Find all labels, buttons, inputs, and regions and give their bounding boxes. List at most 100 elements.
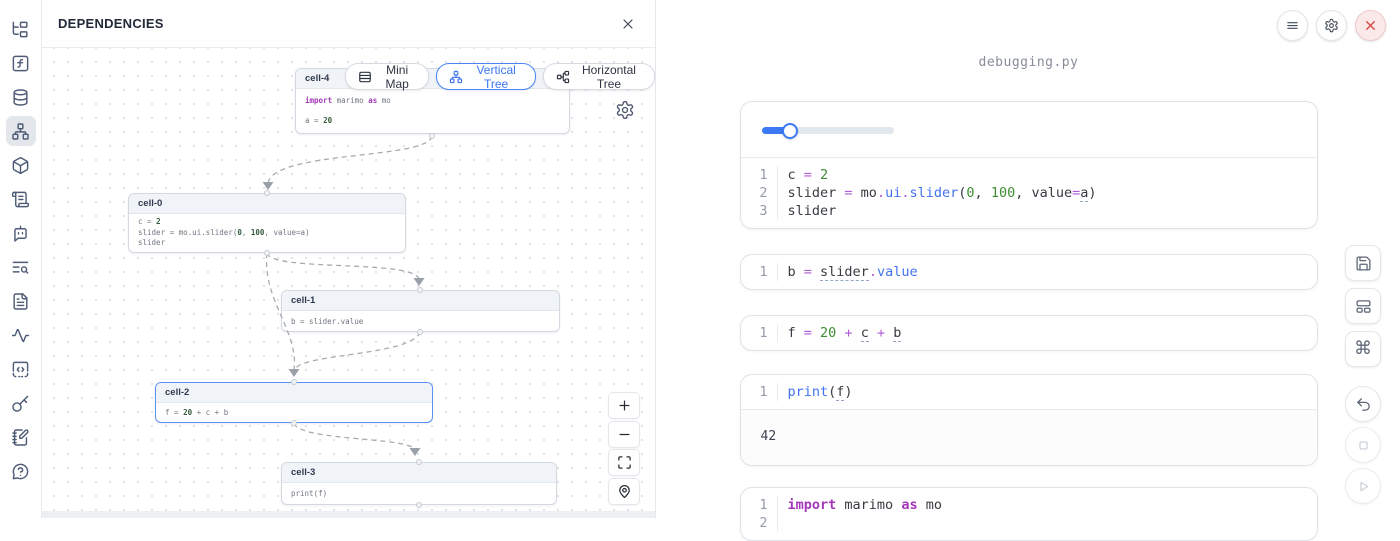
stop-icon (1355, 437, 1372, 454)
file-tree-icon (11, 20, 30, 39)
line-number: 3 (741, 202, 778, 220)
code-line: 2 (741, 514, 1317, 532)
close-x-icon (620, 16, 636, 32)
graph-settings-icon[interactable] (615, 98, 639, 122)
zoom-in-icon (617, 398, 632, 413)
sidebar-item-documentation[interactable] (6, 184, 36, 214)
slider-cell: 1 c = 2 2 slider = mo.ui.slider(0, 100, … (740, 101, 1318, 229)
code-line: 1 print(f) (741, 383, 1317, 401)
menu-icon (1285, 18, 1300, 33)
print-cell: 1 print(f) 42 (740, 374, 1318, 466)
stop-button[interactable] (1345, 427, 1381, 463)
code-text: print(f) (788, 383, 853, 401)
maximize-icon (617, 455, 632, 470)
node-title: cell-3 (282, 463, 556, 483)
sidebar-item-scratchpad[interactable] (6, 422, 36, 452)
chat-icon (11, 224, 30, 243)
layout-button[interactable] (1345, 288, 1381, 324)
sidebar-item-help[interactable] (6, 456, 36, 486)
save-button[interactable] (1345, 245, 1381, 281)
node-title: cell-1 (282, 291, 559, 311)
code-line: 1 c = 2 (741, 166, 1317, 184)
node-title: cell-2 (156, 383, 432, 403)
settings-button[interactable] (1316, 10, 1347, 41)
undo-button[interactable] (1345, 386, 1381, 422)
run-icon (1355, 478, 1372, 495)
dependencies-icon (11, 122, 30, 141)
maximize-button[interactable] (608, 449, 640, 476)
node-code: import marimo as moa = 20 (296, 89, 569, 133)
sidebar-item-snippets[interactable] (6, 354, 36, 384)
shutdown-icon (1363, 18, 1378, 33)
b-cell: 1 b = slider.value (740, 254, 1318, 290)
code-editor[interactable]: 1 c = 2 2 slider = mo.ui.slider(0, 100, … (741, 158, 1317, 228)
sidebar-item-file-tree[interactable] (6, 14, 36, 44)
f-cell: 1 f = 20 + c + b (740, 315, 1318, 351)
code-text: slider (788, 202, 837, 220)
reset-view-button[interactable] (608, 478, 640, 505)
line-number: 1 (741, 496, 778, 514)
horizontal-scrollbar[interactable] (42, 511, 655, 518)
secrets-icon (11, 394, 30, 413)
code-line: 1 f = 20 + c + b (741, 324, 1317, 342)
menu-button[interactable] (1277, 10, 1308, 41)
dependency-graph[interactable]: Mini Map Vertical Tree Horizontal Tree cel… (42, 48, 655, 518)
line-number: 1 (741, 263, 778, 281)
snippets-icon (11, 360, 30, 379)
node-code: f = 20 + c + b (156, 403, 432, 422)
slider-thumb[interactable] (782, 123, 798, 139)
node-code: c = 2slider = mo.ui.slider(0, 100, value… (129, 214, 405, 252)
files-icon (11, 292, 30, 311)
graph-node-cell-0[interactable]: cell-0 c = 2slider = mo.ui.slider(0, 100… (128, 193, 406, 253)
shutdown-button[interactable] (1355, 10, 1386, 41)
code-line: 2 slider = mo.ui.slider(0, 100, value=a) (741, 184, 1317, 202)
dependencies-panel: DEPENDENCIES Mini Map Vertical Tree Horizo… (42, 0, 656, 518)
sidebar-item-datasources[interactable] (6, 82, 36, 112)
view-button-mini-map[interactable]: Mini Map (345, 63, 429, 90)
slider-widget[interactable] (762, 127, 894, 134)
zoom-out-icon (617, 427, 632, 442)
code-text: import marimo as mo (788, 496, 942, 514)
sidebar-item-tracing[interactable] (6, 320, 36, 350)
sidebar-item-packages[interactable] (6, 150, 36, 180)
view-button-label: Vertical Tree (469, 63, 523, 91)
logs-icon (11, 258, 30, 277)
dependencies-panel-header: DEPENDENCIES (42, 0, 655, 48)
tracing-icon (11, 326, 30, 345)
code-editor[interactable]: 1 import marimo as mo 2 (741, 488, 1317, 540)
code-text: b = slider.value (788, 263, 918, 281)
sidebar-item-dependencies[interactable] (6, 116, 36, 146)
sidebar-item-files[interactable] (6, 286, 36, 316)
node-title: cell-0 (129, 194, 405, 214)
cell-output: 42 (741, 410, 1317, 465)
graph-node-cell-1[interactable]: cell-1 b = slider.value (281, 290, 560, 332)
zoom-in-button[interactable] (608, 392, 640, 419)
sidebar-item-chat[interactable] (6, 218, 36, 248)
line-number: 2 (741, 184, 778, 202)
code-editor[interactable]: 1 f = 20 + c + b (741, 316, 1317, 350)
view-button-horizontal-tree[interactable]: Horizontal Tree (543, 63, 655, 90)
zoom-out-button[interactable] (608, 421, 640, 448)
settings-icon (1324, 18, 1339, 33)
line-number: 1 (741, 383, 778, 401)
code-editor[interactable]: 1 print(f) (741, 375, 1317, 409)
graph-node-cell-2[interactable]: cell-2 f = 20 + c + b (155, 382, 433, 423)
help-icon (11, 462, 30, 481)
code-editor[interactable]: 1 b = slider.value (741, 255, 1317, 289)
keyboard-shortcuts-button[interactable]: ⌘ (1345, 331, 1381, 367)
close-icon[interactable] (617, 13, 639, 35)
run-button[interactable] (1345, 468, 1381, 504)
functions-icon (11, 54, 30, 73)
packages-icon (11, 156, 30, 175)
sidebar-item-secrets[interactable] (6, 388, 36, 418)
line-number: 1 (741, 324, 778, 342)
sidebar-item-functions[interactable] (6, 48, 36, 78)
save-icon (1355, 255, 1372, 272)
sidebar-item-logs[interactable] (6, 252, 36, 282)
cell-output-area (741, 102, 1317, 157)
network-icon (449, 70, 463, 84)
view-button-vertical-tree[interactable]: Vertical Tree (436, 63, 536, 90)
graph-node-cell-3[interactable]: cell-3 print(f) (281, 462, 557, 505)
import-cell: 1 import marimo as mo 2 (740, 487, 1318, 541)
notebook-area: debugging.py 1 c = 2 2 slider = mo.ui.sl… (657, 0, 1400, 518)
